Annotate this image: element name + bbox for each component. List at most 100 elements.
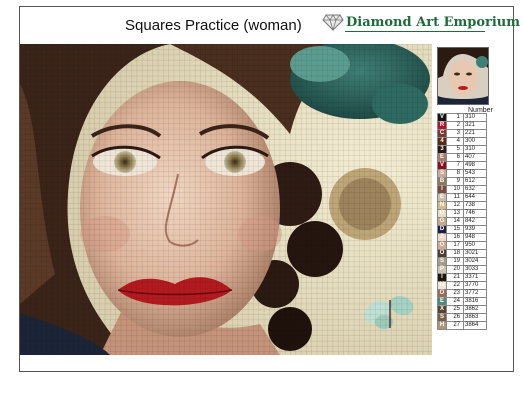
legend-row: O 23 3772 [437,289,487,298]
legend-index: 9 [446,177,464,186]
legend-number: 498 [463,161,487,170]
legend-number: 632 [463,185,487,194]
legend-index: 11 [446,193,464,202]
pattern-image[interactable] [20,44,432,355]
legend-symbol: H [437,321,447,330]
color-legend-table: V 1 310 R 2 321 C 3 221 4 4 300 3 5 310 E 6 407 V 7 498 S 8 543… [437,113,487,330]
legend-symbol: N [437,201,447,210]
legend-index: 20 [446,265,464,274]
legend-number: 310 [463,145,487,154]
legend-row: B 9 612 [437,177,487,186]
legend-index: 3 [446,129,464,138]
legend-row: S 19 3024 [437,257,487,266]
legend-symbol: N [437,281,447,290]
legend-number: 321 [463,121,487,130]
legend-number: 300 [463,137,487,146]
brand-name: Diamond Art Emporium [346,14,521,30]
legend-row: O 18 3021 [437,249,487,258]
legend-index: 24 [446,297,464,306]
legend-index: 5 [446,145,464,154]
legend-number: 3864 [463,321,487,330]
legend-row: 3 5 310 [437,145,487,154]
legend-index: 12 [446,201,464,210]
legend-index: 15 [446,225,464,234]
legend-row: V 7 498 [437,161,487,170]
legend-number: 221 [463,129,487,138]
legend-index: 1 [446,113,464,122]
legend-symbol: C [437,129,447,138]
legend-symbol: E [437,297,447,306]
legend-row: R 2 321 [437,121,487,130]
legend-number: 939 [463,225,487,234]
legend-symbol: V [437,113,447,122]
legend-index: 10 [446,185,464,194]
legend-symbol: I [437,185,447,194]
legend-symbol: D [437,225,447,234]
legend-symbol: Z [437,233,447,242]
legend-number: 612 [463,177,487,186]
legend-index: 22 [446,281,464,290]
legend-symbol: S [437,313,447,322]
preview-thumbnail[interactable] [437,47,489,105]
legend-index: 2 [446,121,464,130]
legend-number: 3863 [463,313,487,322]
legend-symbol: 4 [437,137,447,146]
legend-row: N 12 738 [437,201,487,210]
legend-number: 644 [463,193,487,202]
legend-row: O 13 746 [437,209,487,218]
legend-number: 842 [463,217,487,226]
legend-row: I 10 632 [437,185,487,194]
legend-symbol: B [437,177,447,186]
legend-number: 950 [463,241,487,250]
legend-symbol: I [437,273,447,282]
legend-index: 23 [446,289,464,298]
legend-index: 21 [446,273,464,282]
legend-number: 948 [463,233,487,242]
legend-index: 25 [446,305,464,314]
legend-row: I 21 3371 [437,273,487,282]
legend-row: P 20 3033 [437,265,487,274]
legend-number: 3816 [463,297,487,306]
legend-number: 407 [463,153,487,162]
legend-symbol: P [437,265,447,274]
diamond-icon [322,14,344,31]
legend-row: S 26 3863 [437,313,487,322]
legend-symbol: E [437,193,447,202]
legend-number: 3772 [463,289,487,298]
legend-row: N 22 3770 [437,281,487,290]
legend-symbol: E [437,153,447,162]
legend-symbol: G [437,217,447,226]
legend-number: 3770 [463,281,487,290]
legend-symbol: S [437,257,447,266]
legend-row: X 25 3862 [437,305,487,314]
legend-row: S 8 543 [437,169,487,178]
legend-row: E 24 3816 [437,297,487,306]
legend-index: 16 [446,233,464,242]
legend-symbol: O [437,249,447,258]
legend-symbol: O [437,241,447,250]
legend-number: 3371 [463,273,487,282]
legend-row: G 14 842 [437,217,487,226]
legend-index: 18 [446,249,464,258]
legend-number: 310 [463,113,487,122]
legend-number: 3021 [463,249,487,258]
legend-row: O 17 950 [437,241,487,250]
legend-row: E 6 407 [437,153,487,162]
legend-number: 3033 [463,265,487,274]
legend-symbol: O [437,209,447,218]
legend-row: C 3 221 [437,129,487,138]
legend-symbol: R [437,121,447,130]
thumbnail-image [438,48,488,104]
legend-index: 4 [446,137,464,146]
legend-number: 3024 [463,257,487,266]
brand-underline [345,31,485,32]
legend-row: Z 16 948 [437,233,487,242]
page-title: Squares Practice (woman) [125,17,302,34]
legend-row: E 11 644 [437,193,487,202]
legend-index: 6 [446,153,464,162]
legend-number: 746 [463,209,487,218]
legend-symbol: S [437,169,447,178]
legend-number: 738 [463,201,487,210]
legend-row: 4 4 300 [437,137,487,146]
legend-index: 13 [446,209,464,218]
